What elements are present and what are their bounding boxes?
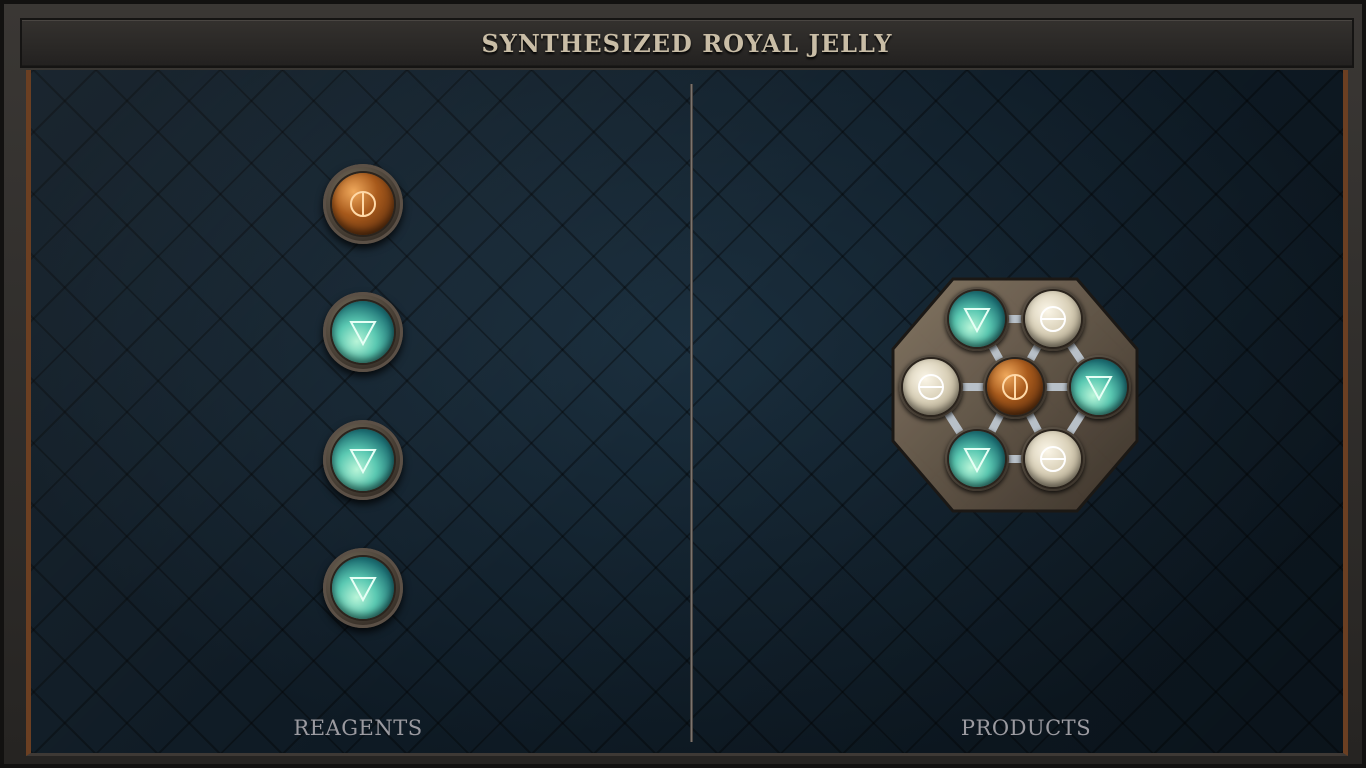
water-triangle-icon [1085, 376, 1113, 402]
reagent-token[interactable] [323, 420, 403, 500]
water-triangle-icon [963, 308, 991, 334]
water-triangle-icon [349, 449, 377, 475]
reagent-token[interactable] [323, 548, 403, 628]
copper-orb [987, 359, 1043, 415]
water-orb [949, 291, 1005, 347]
panel-divider [690, 84, 693, 742]
molecule-atom [899, 355, 963, 419]
molecule-atom [1067, 355, 1131, 419]
molecule-atom [945, 287, 1009, 351]
salt-symbol-icon [1040, 446, 1066, 472]
board-panel: REAGENTS PRODUCTS [26, 70, 1348, 756]
salt-orb [903, 359, 959, 415]
molecule-atom [1021, 287, 1085, 351]
molecule-atom [945, 427, 1009, 491]
product-molecule[interactable] [891, 275, 1139, 515]
title-bar: SYNTHESIZED ROYAL JELLY [20, 18, 1354, 68]
water-orb [332, 301, 394, 363]
copper-orb [332, 173, 394, 235]
molecule-atom [983, 355, 1047, 419]
salt-orb [1025, 291, 1081, 347]
reagent-token[interactable] [323, 292, 403, 372]
products-label: PRODUCTS [960, 716, 1092, 740]
water-orb [949, 431, 1005, 487]
reagent-token[interactable] [323, 164, 403, 244]
water-orb [332, 429, 394, 491]
water-orb [1071, 359, 1127, 415]
salt-symbol-icon [1040, 306, 1066, 332]
salt-orb [1025, 431, 1081, 487]
reagents-label: REAGENTS [293, 716, 423, 740]
salt-symbol-icon [1002, 374, 1028, 400]
water-triangle-icon [349, 321, 377, 347]
water-orb [332, 557, 394, 619]
molecule-atom [1021, 427, 1085, 491]
water-triangle-icon [963, 448, 991, 474]
water-triangle-icon [349, 577, 377, 603]
page-title: SYNTHESIZED ROYAL JELLY [481, 28, 893, 58]
window-frame: SYNTHESIZED ROYAL JELLY REAGENTS PRODUCT… [0, 0, 1366, 768]
salt-symbol-icon [350, 191, 376, 217]
salt-symbol-icon [918, 374, 944, 400]
